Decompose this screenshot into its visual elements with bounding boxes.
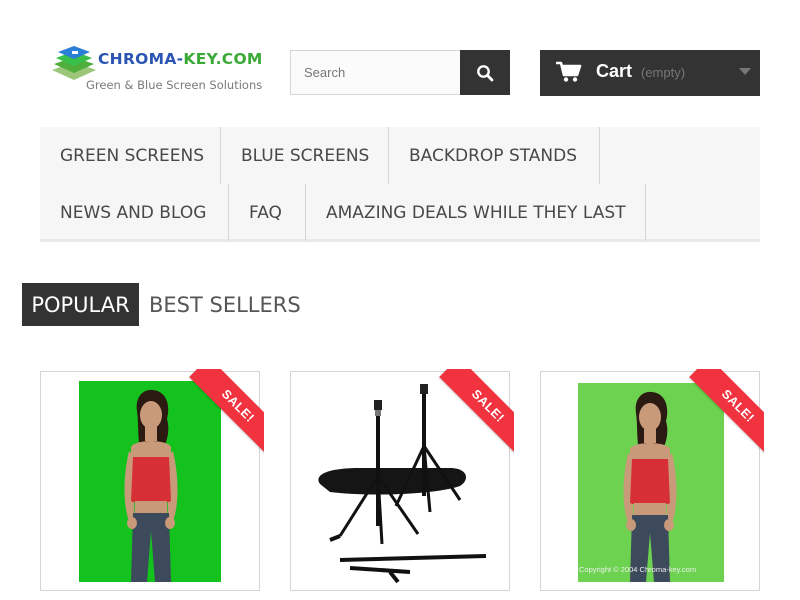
site-logo[interactable]: CHROMA-KEY.COM Green & Blue Screen Solut… <box>52 46 262 98</box>
product-card[interactable]: SALE! <box>290 369 514 591</box>
cart-status: (empty) <box>641 65 686 80</box>
sale-ribbon: SALE! <box>174 369 264 459</box>
menu-item-blue-screens[interactable]: BLUE SCREENS <box>221 127 389 184</box>
cart-label: Cart <box>596 61 633 81</box>
cart-button[interactable]: Cart (empty) <box>540 50 760 96</box>
tab-best-sellers[interactable]: BEST SELLERS <box>149 283 301 326</box>
menu-item-amazing-deals[interactable]: AMAZING DEALS WHILE THEY LAST <box>306 184 646 241</box>
sale-ribbon: SALE! <box>424 369 514 459</box>
tab-popular[interactable]: POPULAR <box>22 283 139 326</box>
logo-tagline: Green & Blue Screen Solutions <box>86 78 263 92</box>
menu-item-green-screens[interactable]: GREEN SCREENS <box>40 127 221 184</box>
sale-badge: SALE! <box>189 369 264 455</box>
image-caption: Copyright © 2004 Chroma-key.com <box>579 565 697 574</box>
search-input[interactable] <box>290 50 461 95</box>
main-menu: GREEN SCREENS BLUE SCREENS BACKDROP STAN… <box>40 127 760 242</box>
menu-item-backdrop-stands[interactable]: BACKDROP STANDS <box>389 127 600 184</box>
menu-item-news-and-blog[interactable]: NEWS AND BLOG <box>40 184 229 241</box>
search-icon <box>477 64 494 81</box>
product-card[interactable]: SALE! <box>40 369 264 591</box>
sale-ribbon: SALE! <box>674 369 764 459</box>
cart-icon <box>556 61 582 82</box>
sale-badge: SALE! <box>689 369 764 455</box>
search-button[interactable] <box>460 50 510 95</box>
product-card[interactable]: Copyright © 2004 Chroma-key.com SALE! <box>540 369 764 591</box>
logo-title-part2: KEY.COM <box>183 50 263 68</box>
logo-title-part1: CHROMA- <box>98 50 184 68</box>
caret-down-icon <box>739 68 751 75</box>
menu-item-faq[interactable]: FAQ <box>229 184 306 241</box>
logo-title: CHROMA-KEY.COM <box>98 50 263 68</box>
sale-badge: SALE! <box>439 369 514 455</box>
search-bar <box>290 50 510 95</box>
